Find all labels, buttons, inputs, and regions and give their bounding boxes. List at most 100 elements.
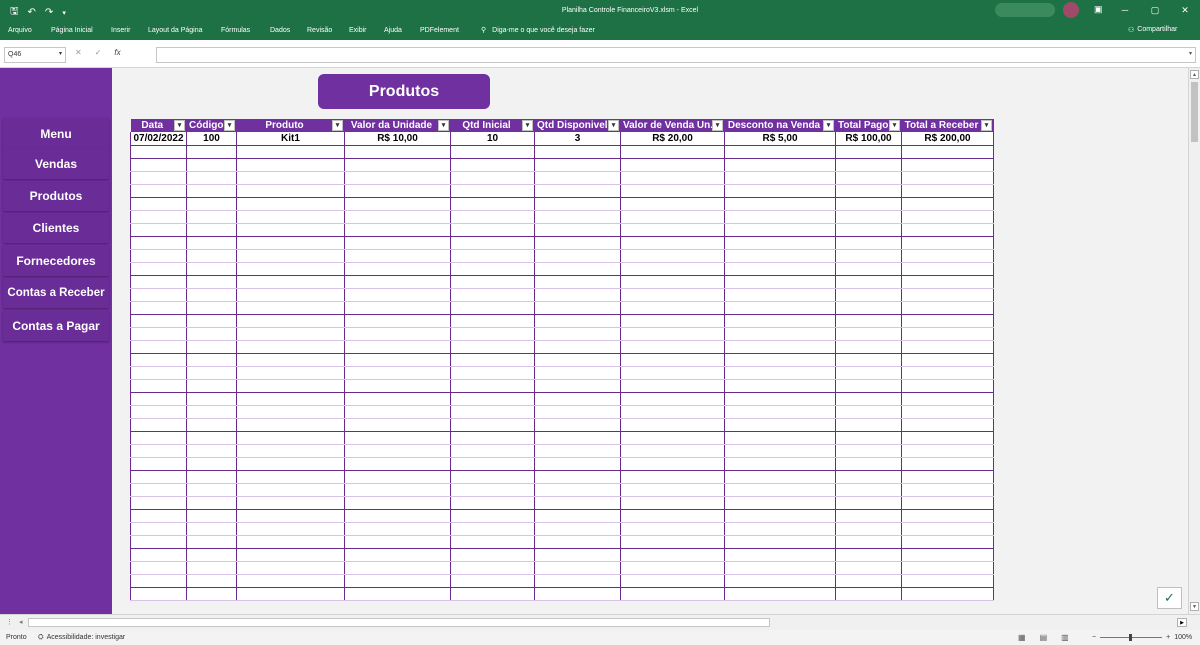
table-cell[interactable] (901, 405, 994, 419)
table-cell[interactable]: R$ 10,00 (344, 132, 451, 146)
table-cell[interactable] (450, 353, 535, 367)
table-cell[interactable] (130, 262, 187, 276)
table-cell[interactable] (130, 314, 187, 328)
table-cell[interactable] (901, 431, 994, 445)
table-cell[interactable] (724, 470, 836, 484)
table-cell[interactable] (835, 340, 902, 354)
table-cell[interactable] (534, 366, 621, 380)
table-cell[interactable] (186, 470, 237, 484)
table-cell[interactable] (130, 496, 187, 510)
avatar[interactable] (1063, 2, 1079, 18)
table-cell[interactable] (130, 457, 187, 471)
table-cell[interactable] (450, 548, 535, 562)
table-cell[interactable] (835, 535, 902, 549)
table-cell[interactable] (236, 171, 345, 185)
table-cell[interactable] (620, 405, 725, 419)
table-cell[interactable] (186, 431, 237, 445)
table-cell[interactable] (130, 535, 187, 549)
table-cell[interactable] (724, 236, 836, 250)
sidebar-item-fornecedores[interactable]: Fornecedores (3, 246, 109, 276)
table-cell[interactable] (450, 496, 535, 510)
cancel-icon[interactable]: ✕ (75, 48, 82, 57)
table-cell[interactable] (620, 457, 725, 471)
table-cell[interactable] (620, 158, 725, 172)
table-cell[interactable] (620, 314, 725, 328)
table-cell[interactable] (835, 574, 902, 588)
table-cell[interactable] (534, 574, 621, 588)
table-cell[interactable] (344, 405, 451, 419)
horizontal-scrollbar[interactable] (28, 618, 770, 627)
table-cell[interactable] (186, 288, 237, 302)
table-cell[interactable] (236, 353, 345, 367)
table-cell[interactable] (344, 470, 451, 484)
table-cell[interactable] (901, 288, 994, 302)
table-cell[interactable] (344, 366, 451, 380)
table-cell[interactable] (186, 210, 237, 224)
table-cell[interactable] (130, 223, 187, 237)
table-cell[interactable] (130, 301, 187, 315)
table-cell[interactable] (901, 145, 994, 159)
table-cell[interactable]: 3 (534, 132, 621, 146)
table-cell[interactable] (450, 587, 535, 601)
table-cell[interactable]: R$ 100,00 (835, 132, 902, 146)
table-cell[interactable] (835, 444, 902, 458)
filter-dropdown-icon[interactable]: ▾ (981, 120, 992, 131)
table-cell[interactable] (724, 405, 836, 419)
table-cell[interactable] (130, 197, 187, 211)
ribbon-display-icon[interactable]: ▣ (1094, 4, 1103, 15)
page-title[interactable]: Produtos (318, 74, 490, 109)
table-cell[interactable] (130, 145, 187, 159)
table-cell[interactable] (450, 314, 535, 328)
table-cell[interactable] (835, 431, 902, 445)
table-cell[interactable] (835, 457, 902, 471)
minimize-icon[interactable]: ─ (1110, 0, 1140, 22)
table-cell[interactable] (130, 366, 187, 380)
table-cell[interactable] (724, 366, 836, 380)
table-cell[interactable] (130, 353, 187, 367)
table-cell[interactable] (835, 249, 902, 263)
table-cell[interactable] (901, 587, 994, 601)
table-cell[interactable] (620, 223, 725, 237)
table-cell[interactable] (344, 275, 451, 289)
table-cell[interactable] (344, 184, 451, 198)
table-cell[interactable] (236, 405, 345, 419)
table-cell[interactable] (724, 379, 836, 393)
table-cell[interactable] (835, 275, 902, 289)
table-cell[interactable] (835, 210, 902, 224)
table-cell[interactable] (901, 470, 994, 484)
table-cell[interactable] (620, 392, 725, 406)
table-cell[interactable] (344, 223, 451, 237)
table-cell[interactable] (724, 275, 836, 289)
table-cell[interactable] (344, 340, 451, 354)
scroll-left-icon[interactable]: ◂ (19, 618, 23, 626)
table-cell[interactable] (620, 366, 725, 380)
table-cell[interactable] (620, 210, 725, 224)
table-cell[interactable] (236, 158, 345, 172)
table-cell[interactable] (344, 262, 451, 276)
table-cell[interactable] (835, 392, 902, 406)
sidebar-item-contas-a-pagar[interactable]: Contas a Pagar (3, 311, 109, 341)
table-cell[interactable] (186, 327, 237, 341)
table-cell[interactable] (450, 288, 535, 302)
table-cell[interactable] (901, 496, 994, 510)
table-cell[interactable] (186, 184, 237, 198)
tab-formulas[interactable]: Fórmulas (221, 27, 250, 34)
table-cell[interactable] (835, 145, 902, 159)
tab-pdfelement[interactable]: PDFelement (420, 27, 459, 34)
table-cell[interactable] (186, 561, 237, 575)
insert-function-icon[interactable]: fx (114, 48, 120, 57)
table-cell[interactable] (724, 509, 836, 523)
table-cell[interactable] (186, 223, 237, 237)
table-cell[interactable] (534, 431, 621, 445)
table-cell[interactable] (344, 522, 451, 536)
table-cell[interactable] (620, 197, 725, 211)
table-cell[interactable] (130, 418, 187, 432)
table-cell[interactable]: R$ 20,00 (620, 132, 725, 146)
table-cell[interactable] (450, 483, 535, 497)
table-cell[interactable] (186, 262, 237, 276)
table-cell[interactable] (724, 158, 836, 172)
table-cell[interactable] (236, 223, 345, 237)
enter-icon[interactable]: ✓ (95, 48, 102, 57)
table-cell[interactable] (186, 340, 237, 354)
table-cell[interactable] (835, 509, 902, 523)
